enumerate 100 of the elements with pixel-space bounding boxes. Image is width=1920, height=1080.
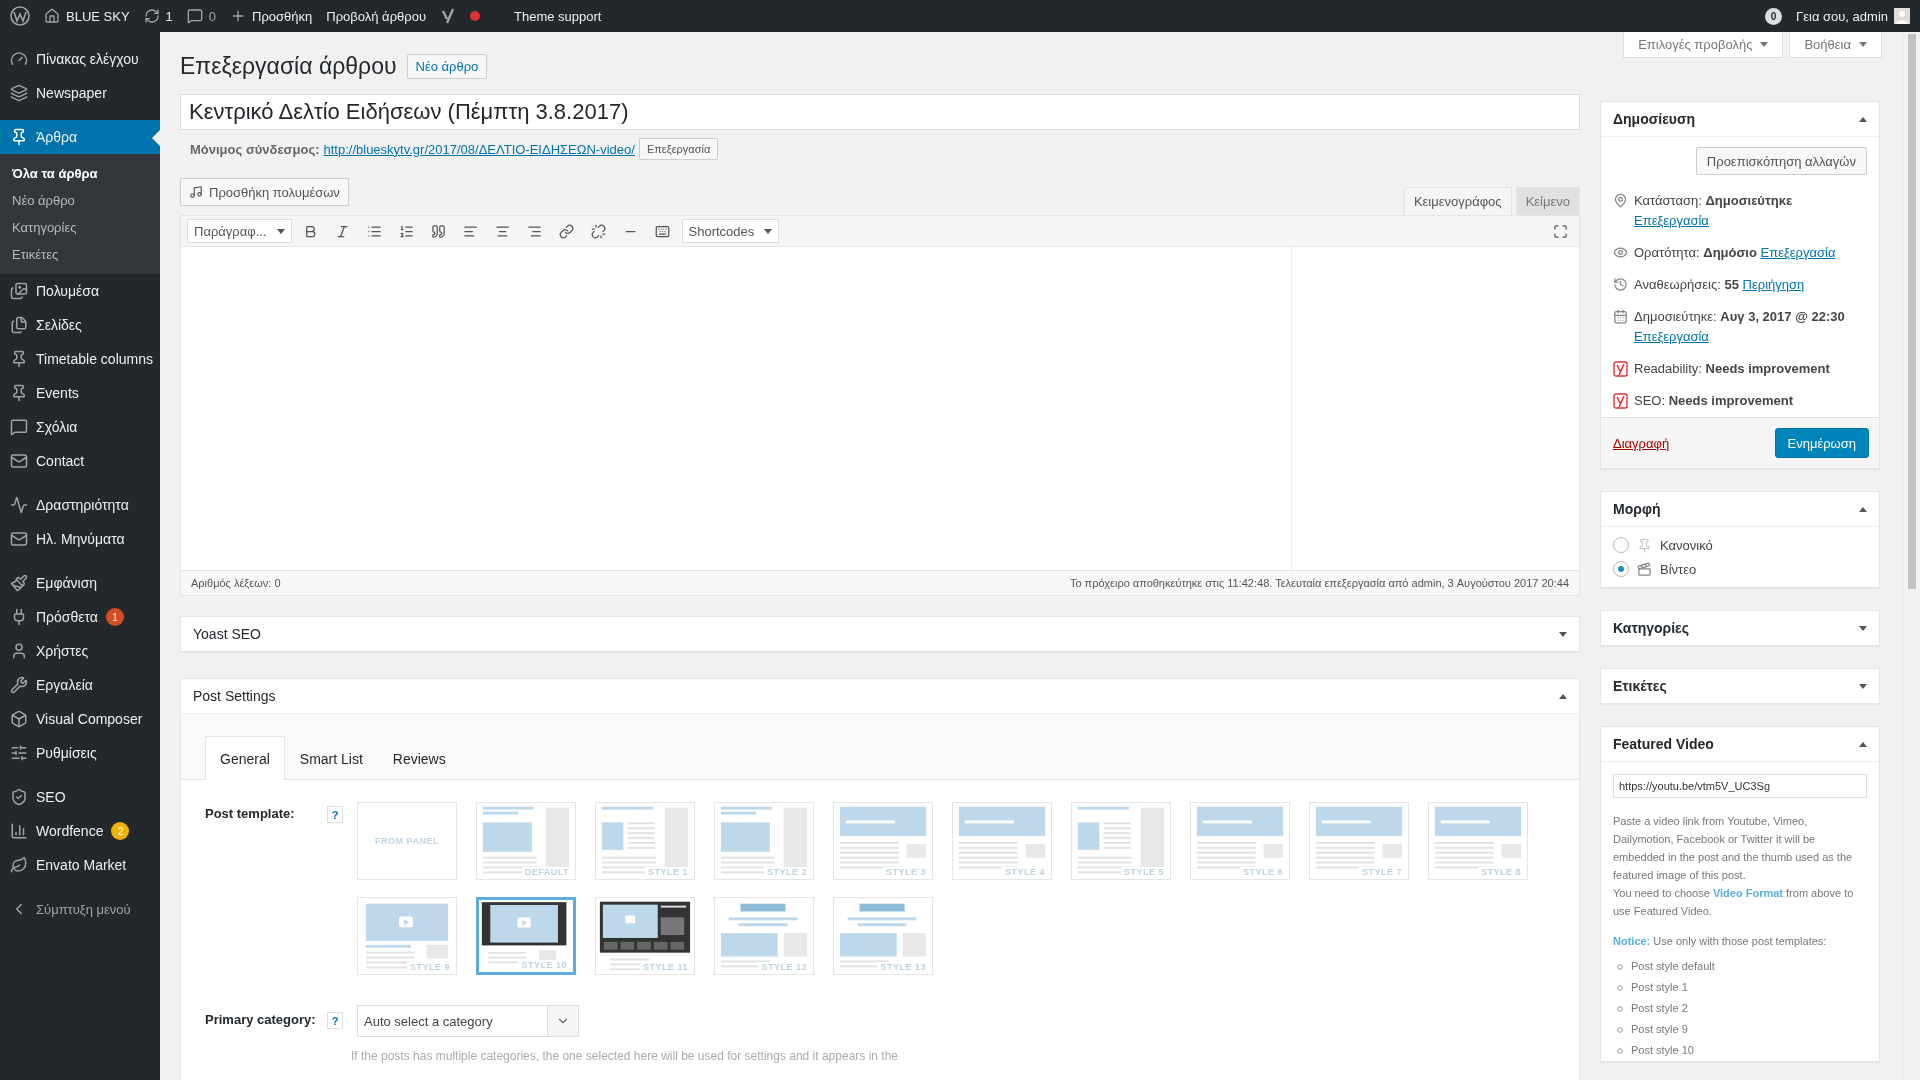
delete-link[interactable]: Διαγραφή — [1613, 435, 1670, 451]
settings-tab[interactable]: Smart List — [284, 736, 378, 780]
sidebar-item[interactable]: Timetable columns — [0, 342, 160, 376]
new-post-button[interactable]: Νέο άρθρο — [406, 53, 488, 79]
screen-meta-tab[interactable]: Βοήθεια — [1789, 32, 1882, 58]
film-icon — [1637, 561, 1652, 577]
pages-icon — [10, 316, 28, 334]
submenu-item[interactable]: Όλα τα άρθρα — [0, 160, 160, 187]
gauge-icon — [10, 50, 28, 68]
bullet-icon — [1617, 1047, 1623, 1054]
format-select[interactable]: Παράγραφ... — [187, 219, 292, 243]
yoast-icon[interactable] — [440, 7, 456, 25]
page-title: Επεξεργασία άρθρου — [180, 52, 397, 80]
edit-link[interactable]: Περιήγηση — [1742, 277, 1805, 292]
caret-icon[interactable] — [1859, 625, 1867, 631]
publish-info: Αναθεωρήσεις: 55 — [1634, 277, 1739, 292]
site-link[interactable]: BLUE SKY — [44, 8, 130, 24]
avatar-icon — [1894, 8, 1910, 24]
sidebar-item[interactable]: Χρήστες — [0, 634, 160, 668]
edit-permalink-button[interactable]: Επεξεργασία — [638, 138, 719, 160]
edit-link[interactable]: Επεξεργασία — [1760, 245, 1836, 260]
preview-button[interactable]: Προεπισκόπηση αλλαγών — [1695, 147, 1867, 175]
pin-icon — [10, 128, 28, 146]
help-icon[interactable]: ? — [327, 1012, 343, 1029]
draft-status: Το πρόχειρο αποθηκεύτηκε στις 11:42:48. Τελευταία επεξεργασία από admin, 3 Αυγούστου 2017 20:44 — [1069, 577, 1569, 589]
media-icon — [189, 185, 203, 199]
sidebar-item[interactable]: Ηλ. Μηνύματα — [0, 522, 160, 556]
screen-meta-tab[interactable]: Επιλογές προβολής — [1623, 32, 1784, 58]
sidebar-item[interactable]: Πρόσθετα 1 — [0, 600, 160, 634]
box-title: Post Settings — [193, 688, 276, 704]
theme-support-link[interactable]: Theme support — [514, 8, 602, 24]
sidebar-item[interactable]: Πολυμέσα — [0, 274, 160, 308]
sidebar-item[interactable]: Σχόλια — [0, 410, 160, 444]
sidebar-item[interactable]: Events — [0, 376, 160, 410]
video-url-field[interactable]: https://youtu.be/vtm5V_UC3Sg — [1613, 774, 1867, 798]
add-media-button[interactable]: Προσθήκη πολυμέσων — [180, 178, 349, 206]
list-item: Post style 9 — [1631, 1022, 1688, 1037]
caret-icon[interactable] — [1859, 116, 1867, 122]
settings-tab[interactable]: Reviews — [377, 736, 461, 780]
comment-icon — [10, 418, 28, 436]
shield-icon — [10, 788, 28, 806]
radio-button[interactable] — [1613, 537, 1629, 553]
sidebar-item[interactable]: SEO — [0, 780, 160, 814]
sidebar-item[interactable]: Σελίδες — [0, 308, 160, 342]
help-icon[interactable]: ? — [327, 806, 343, 823]
submenu-item[interactable]: Κατηγορίες — [0, 214, 160, 241]
category-select[interactable]: Auto select a category — [357, 1005, 579, 1037]
sidebar-item[interactable]: Πίνακας ελέγχου — [0, 42, 160, 76]
radio-button[interactable] — [1613, 561, 1629, 577]
sidebar-item[interactable]: Envato Market — [0, 848, 160, 882]
publish-info: Κατάσταση: Δημοσιεύτηκε — [1634, 193, 1793, 208]
comments-link[interactable]: 0 — [186, 8, 217, 24]
edit-link[interactable]: Επεξεργασία — [1634, 213, 1709, 228]
new-link[interactable]: Προσθήκη — [230, 8, 313, 24]
template-label: STYLE 4 — [1002, 867, 1048, 877]
submenu-item[interactable]: Νέο άρθρο — [0, 187, 160, 214]
count-badge: 1 — [105, 608, 124, 626]
wordpress-logo-icon[interactable] — [10, 6, 30, 26]
publish-info: SEO: Needs improvement — [1634, 393, 1793, 408]
notification-count[interactable]: 0 — [1765, 7, 1783, 25]
sidebar-item[interactable]: Άρθρα — [0, 120, 160, 154]
template-label: STYLE 8 — [1478, 867, 1524, 877]
sidebar-item[interactable]: Wordfence 2 — [0, 814, 160, 848]
box-title: Featured Video — [1613, 736, 1714, 752]
edit-link[interactable]: Επεξεργασία — [1634, 329, 1709, 344]
account-link[interactable]: Γεια σου, admin — [1796, 8, 1910, 24]
box-title: Μορφή — [1613, 501, 1661, 517]
list-item: Post style 2 — [1631, 1001, 1688, 1016]
template-label: STYLE 1 — [645, 867, 691, 877]
refresh-icon — [143, 8, 160, 24]
settings-tab[interactable]: General — [205, 736, 285, 780]
caret-icon[interactable] — [1559, 631, 1567, 637]
shortcodes-select[interactable]: Shortcodes — [681, 219, 780, 243]
caret-icon[interactable] — [1859, 683, 1867, 689]
sidebar-item[interactable]: Ρυθμίσεις — [0, 736, 160, 770]
sidebar-item[interactable]: Contact — [0, 444, 160, 478]
sidebar-item[interactable]: Εργαλεία — [0, 668, 160, 702]
sidebar-item[interactable]: Δραστηριότητα — [0, 488, 160, 522]
caret-icon[interactable] — [1859, 506, 1867, 512]
sidebar-item[interactable]: Visual Composer — [0, 702, 160, 736]
paintbrush-icon — [10, 574, 28, 592]
scrollbar-thumb[interactable] — [1907, 34, 1916, 589]
layers-icon — [10, 84, 28, 102]
editor-tab[interactable]: Κειμενογράφος — [1403, 187, 1512, 215]
view-post-link[interactable]: Προβολή άρθρου — [326, 8, 426, 24]
update-button[interactable]: Ενημέρωση — [1774, 428, 1869, 458]
title-field[interactable]: Κεντρικό Δελτίο Ειδήσεων (Πέμπτη 3.8.2017) — [180, 94, 1580, 130]
collapse-menu-button[interactable]: Σύμπτυξη μενού — [0, 892, 160, 926]
caret-icon[interactable] — [1559, 693, 1567, 699]
caret-icon — [1760, 42, 1769, 47]
template-label: STYLE 3 — [883, 867, 929, 877]
history-icon — [1613, 277, 1628, 292]
sidebar-item[interactable]: Εμφάνιση — [0, 566, 160, 600]
caret-icon[interactable] — [1859, 741, 1867, 747]
template-label: STYLE 10 — [518, 960, 570, 970]
permalink-link[interactable]: http://blueskytv.gr/2017/08/ΔΕΛΤΙΟ-ΕΙΔΗΣΕΩΝ-video/ — [323, 141, 635, 157]
sidebar-item[interactable]: Newspaper — [0, 76, 160, 110]
list-item: Post style 10 — [1631, 1043, 1694, 1058]
submenu-item[interactable]: Ετικέτες — [0, 241, 160, 268]
updates-link[interactable]: 1 — [143, 8, 173, 24]
